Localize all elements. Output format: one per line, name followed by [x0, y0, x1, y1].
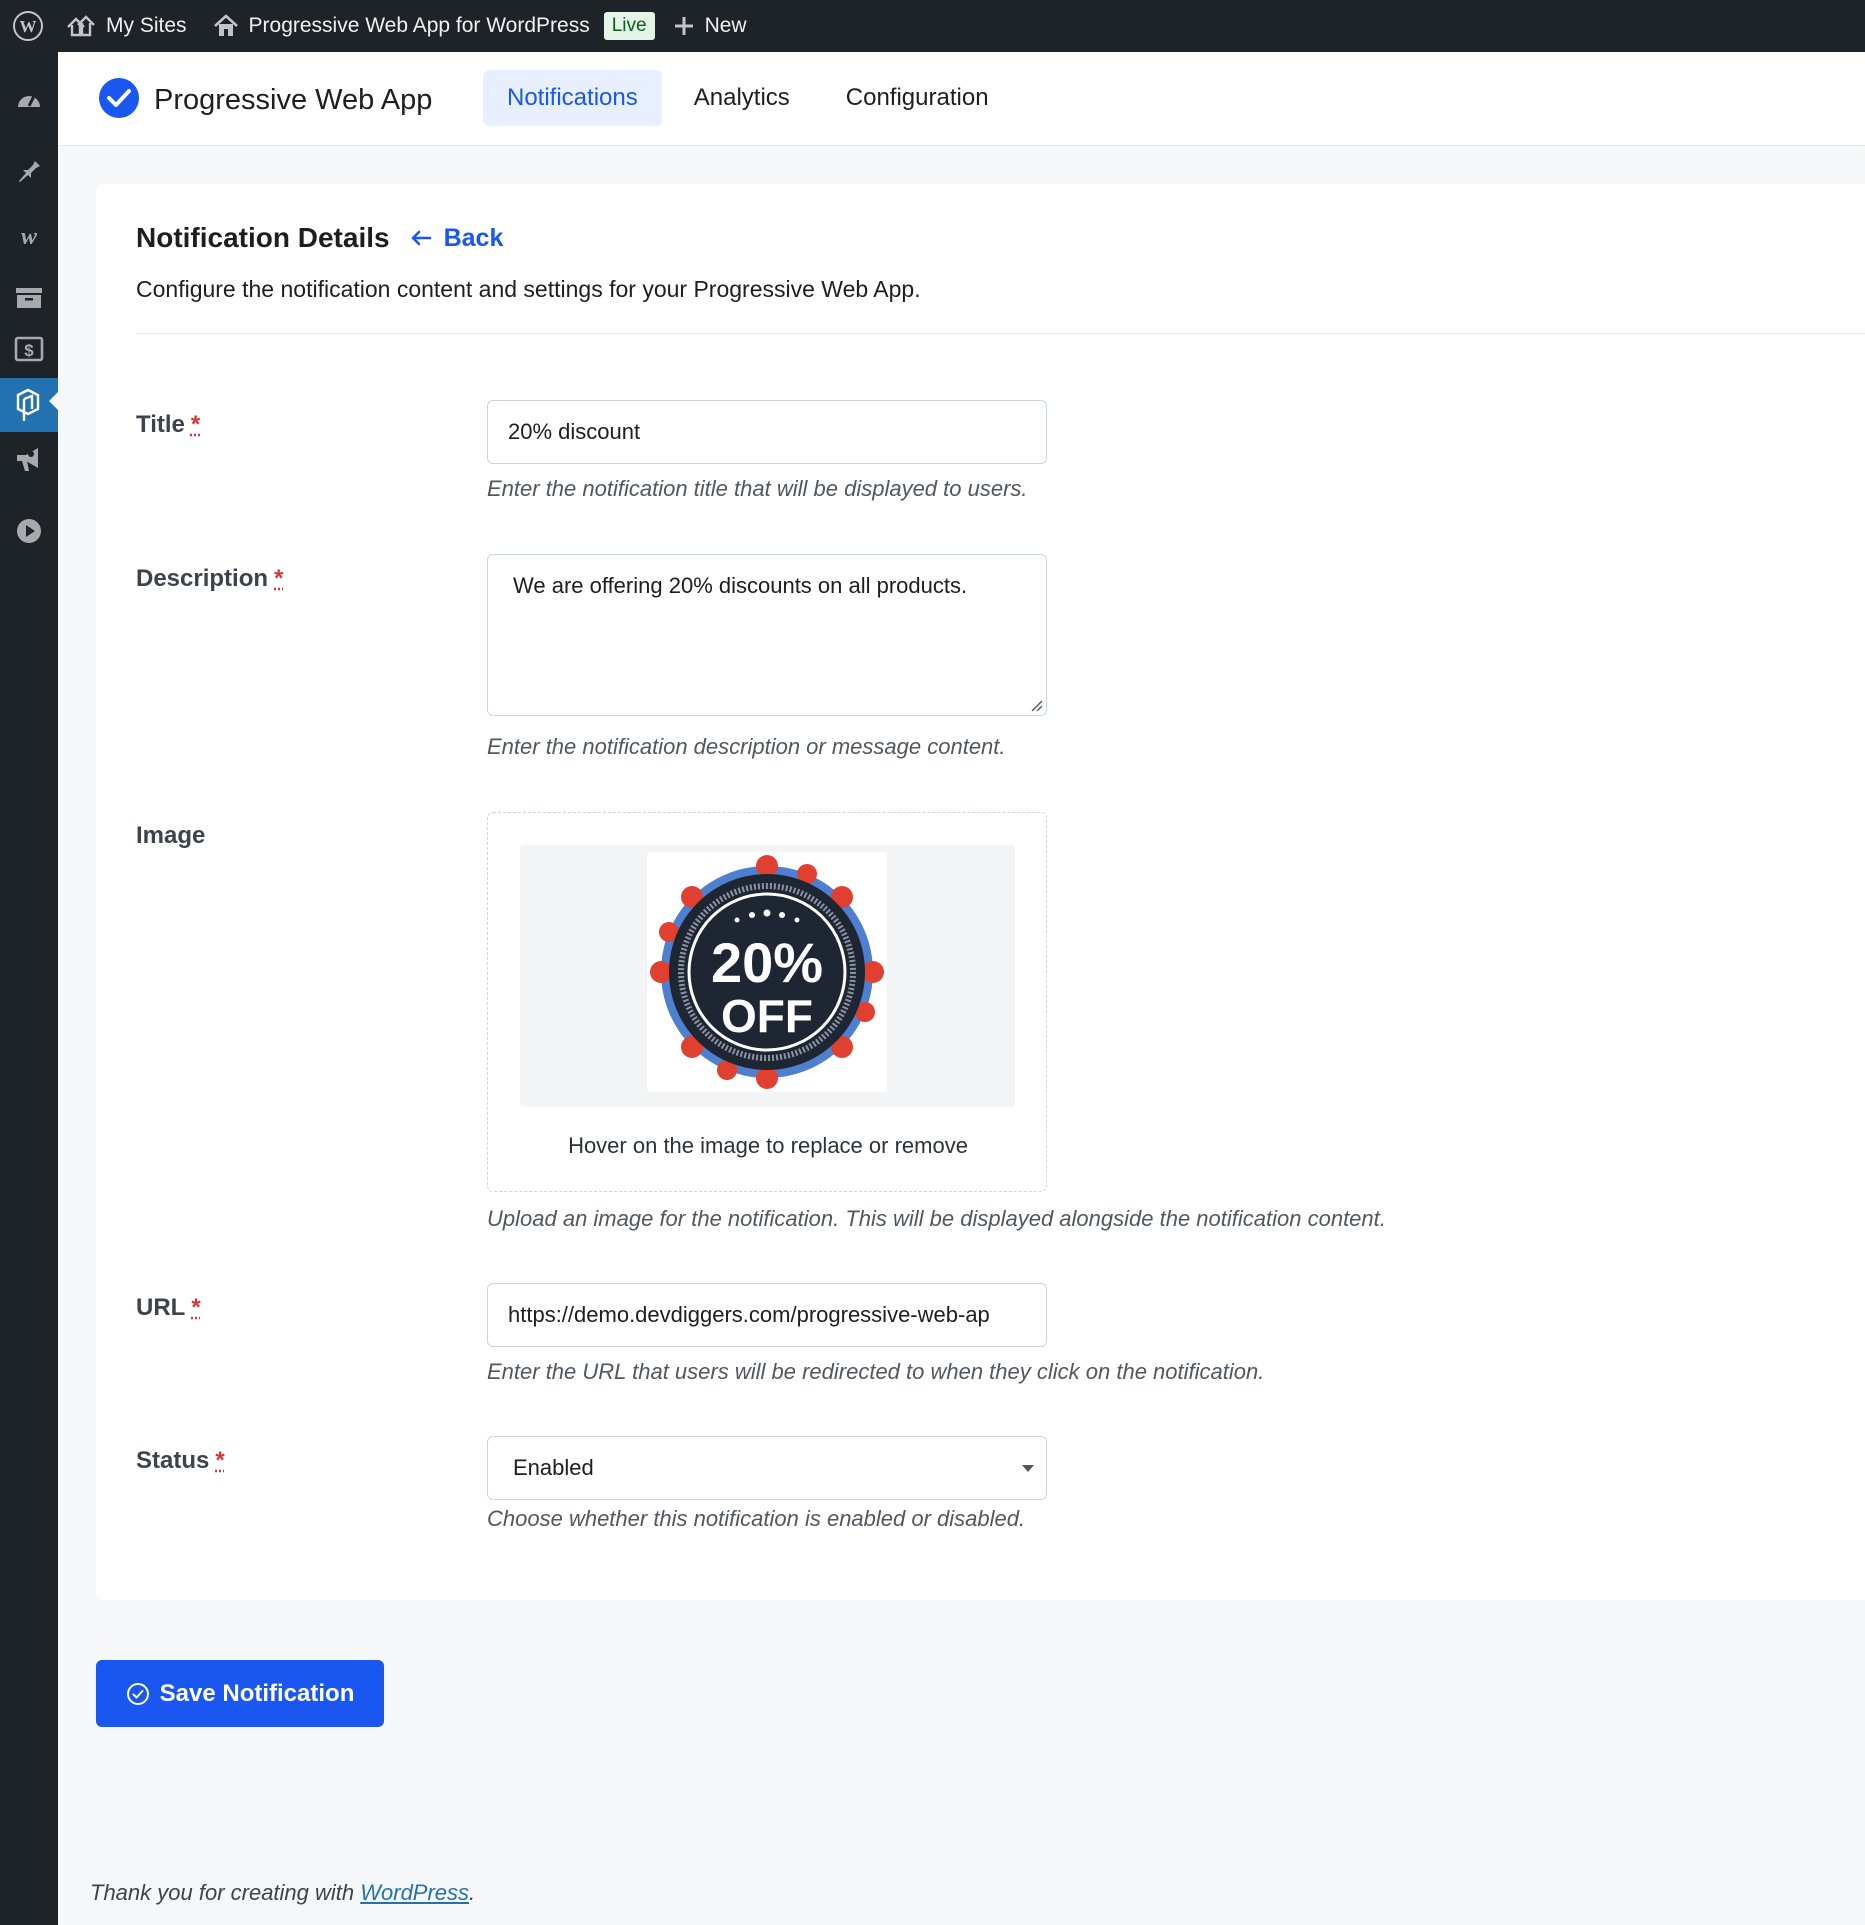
description-value: We are offering 20% discounts on all pro… [513, 573, 968, 598]
image-preview[interactable]: 20% OFF [520, 845, 1015, 1107]
badge-text-percent: 20% [711, 931, 823, 994]
back-label: Back [443, 223, 504, 252]
badge-text-off: OFF [721, 990, 813, 1042]
description-label: Description * [136, 565, 283, 593]
brand-name: Progressive Web App [154, 84, 433, 116]
tab-analytics[interactable]: Analytics [670, 70, 814, 126]
admin-bar: W My Sites Progressive Web App for WordP… [0, 0, 1865, 52]
woo-icon[interactable]: w [0, 214, 58, 260]
dashboard-icon[interactable] [0, 76, 58, 122]
card-heading: Notification Details Back [136, 222, 503, 254]
my-sites-label: My Sites [106, 14, 187, 37]
save-notification-label: Save Notification [159, 1679, 355, 1707]
plus-icon [673, 15, 695, 37]
plugin-header: Progressive Web App Notifications Analyt… [58, 52, 1865, 146]
site-name-menu[interactable]: Progressive Web App for WordPress Live [213, 0, 655, 52]
live-badge: Live [603, 12, 655, 40]
tab-notifications[interactable]: Notifications [483, 70, 662, 126]
description-label-text: Description [136, 565, 269, 592]
description-hint: Enter the notification description or me… [487, 734, 1006, 759]
brand-check-icon [98, 77, 140, 124]
card-description: Configure the notification content and s… [136, 276, 921, 302]
page-title: Notification Details [136, 222, 390, 253]
title-label: Title * [136, 411, 200, 439]
notification-details-card: Notification Details Back Configure the … [96, 184, 1865, 1600]
status-label: Status * [136, 1447, 225, 1475]
title-hint: Enter the notification title that will b… [487, 476, 1028, 501]
status-hint: Choose whether this notification is enab… [487, 1506, 1026, 1531]
footer-text: Thank you for creating with [90, 1880, 361, 1905]
dollar-icon[interactable]: $ [0, 326, 58, 372]
archive-icon[interactable] [0, 275, 58, 321]
new-content-menu[interactable]: New [673, 0, 747, 52]
image-caption: Hover on the image to replace or remove [568, 1133, 968, 1158]
resize-grip-icon[interactable] [1029, 698, 1043, 712]
tab-configuration[interactable]: Configuration [822, 70, 1013, 126]
site-name-label: Progressive Web App for WordPress [248, 14, 590, 37]
status-label-text: Status [136, 1447, 210, 1474]
admin-sidebar: w $ [0, 52, 58, 1925]
wordpress-link[interactable]: WordPress [360, 1880, 469, 1905]
divider [136, 333, 1865, 334]
my-sites-menu[interactable]: My Sites [66, 0, 187, 52]
new-label: New [704, 14, 747, 37]
title-input[interactable]: 20% discount [487, 400, 1047, 464]
pin-icon[interactable] [0, 146, 58, 192]
title-label-text: Title [136, 411, 185, 438]
home-icon [213, 13, 239, 39]
chevron-down-icon [1022, 1465, 1034, 1472]
url-label: URL * [136, 1294, 201, 1322]
status-value: Enabled [513, 1455, 594, 1480]
description-textarea[interactable]: We are offering 20% discounts on all pro… [487, 554, 1047, 716]
image-hint: Upload an image for the notification. Th… [487, 1206, 1386, 1231]
play-icon[interactable] [0, 508, 58, 554]
check-circle-icon [126, 1682, 150, 1706]
svg-text:w: w [21, 226, 38, 248]
url-label-text: URL [136, 1294, 186, 1321]
pwa-plugin-icon[interactable] [0, 378, 58, 432]
url-input[interactable]: https://demo.devdiggers.com/progressive-… [487, 1283, 1047, 1347]
arrow-left-icon [410, 229, 432, 247]
svg-text:W: W [20, 17, 37, 36]
status-select[interactable]: Enabled [487, 1436, 1047, 1500]
back-link[interactable]: Back [410, 223, 504, 253]
plugin-brand: Progressive Web App [98, 77, 432, 124]
required-mark: * [191, 1294, 201, 1321]
my-sites-icon [66, 13, 96, 39]
footer-suffix: . [469, 1880, 476, 1905]
url-hint: Enter the URL that users will be redirec… [487, 1359, 1265, 1384]
plugin-tabs: Notifications Analytics Configuration [483, 70, 1021, 126]
admin-footer: Thank you for creating with WordPress. [90, 1880, 475, 1906]
wordpress-logo-icon[interactable]: W [0, 0, 56, 52]
image-label: Image [136, 822, 206, 849]
svg-text:$: $ [24, 341, 34, 360]
image-uploader[interactable]: 20% OFF Hover on the image to replace or… [487, 812, 1047, 1192]
required-mark: * [190, 411, 201, 438]
required-mark: * [215, 1447, 225, 1474]
megaphone-icon[interactable] [0, 436, 58, 482]
discount-badge-image: 20% OFF [647, 852, 887, 1092]
required-mark: * [274, 565, 284, 592]
save-notification-button[interactable]: Save Notification [96, 1660, 384, 1727]
